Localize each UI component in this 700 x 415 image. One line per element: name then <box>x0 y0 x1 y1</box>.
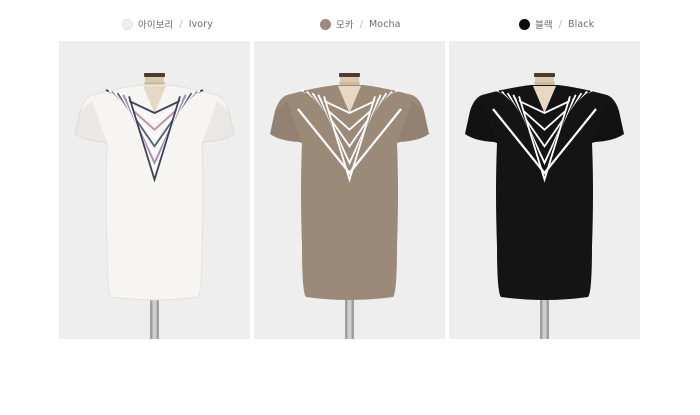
product-photo-art <box>465 73 624 339</box>
product-photo-art <box>74 73 235 339</box>
label-separator: / <box>558 18 562 30</box>
mannequin-neck-cap <box>339 73 360 77</box>
mannequin-neck <box>535 77 554 82</box>
mannequin-neck <box>145 77 164 82</box>
mannequin-neck-cap <box>534 73 555 77</box>
color-option-mocha[interactable]: 모카 / Mocha <box>320 14 401 34</box>
color-dot-black <box>519 18 530 30</box>
label-separator: / <box>359 18 363 30</box>
color-name-english: Black <box>568 18 595 30</box>
product-photo-art <box>270 73 429 339</box>
color-name-korean: 아이보리 <box>138 20 174 31</box>
color-option-ivory[interactable]: 아이보리 / Ivory <box>122 14 213 34</box>
garment-body <box>74 84 235 301</box>
mannequin-neck-cap <box>144 73 165 77</box>
color-dot-ivory <box>122 18 133 30</box>
product-photo-ivory <box>59 41 250 339</box>
label-separator: / <box>179 18 183 30</box>
color-dot-mocha <box>320 18 331 30</box>
product-color-gallery: 아이보리 / Ivory 모카 / Mocha 블랙 / Black <box>0 0 700 415</box>
color-name-korean: 블랙 <box>535 20 553 31</box>
mannequin-neck <box>340 77 359 82</box>
color-name-english: Ivory <box>188 18 213 30</box>
color-option-labels: 아이보리 / Ivory 모카 / Mocha 블랙 / Black <box>0 14 700 34</box>
color-name-english: Mocha <box>369 18 401 30</box>
product-photo-black <box>449 41 640 339</box>
color-option-black[interactable]: 블랙 / Black <box>519 14 594 34</box>
garment-body <box>465 85 624 300</box>
product-photo-mocha <box>254 41 445 339</box>
garment-body <box>270 85 429 300</box>
color-name-korean: 모카 <box>336 20 354 31</box>
